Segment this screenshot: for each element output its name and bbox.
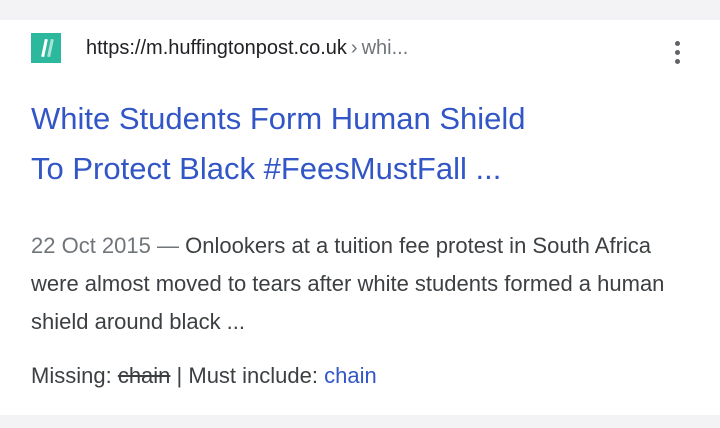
result-domain: https://m.huffingtonpost.co.uk — [86, 37, 347, 59]
must-include-link[interactable]: chain — [324, 363, 377, 388]
missing-term: chain — [117, 363, 171, 388]
more-options-icon[interactable] — [668, 39, 688, 67]
missing-divider: | — [176, 363, 183, 388]
title-line-1: White Students Form Human Shield — [31, 101, 526, 136]
date-separator: — — [150, 233, 186, 258]
must-include-label: Must include: — [188, 363, 318, 388]
breadcrumb-separator: › — [350, 37, 358, 59]
result-url[interactable]: https://m.huffingtonpost.co.uk › whi... — [86, 36, 408, 60]
top-separator — [0, 0, 720, 20]
result-url-path: whi... — [361, 37, 409, 59]
bottom-separator — [0, 415, 720, 428]
result-snippet: 22 Oct 2015 — Onlookers at a tuition fee… — [31, 227, 691, 341]
title-line-2: To Protect Black #FeesMustFall ... — [31, 151, 502, 186]
result-title-link[interactable]: White Students Form Human Shield To Prot… — [31, 94, 671, 194]
missing-terms-line: Missing: chain | Must include: chain — [31, 360, 377, 392]
search-result-card — [0, 20, 720, 415]
missing-label: Missing: — [31, 363, 112, 388]
site-favicon-icon — [31, 33, 61, 63]
result-date: 22 Oct 2015 — [31, 233, 151, 258]
